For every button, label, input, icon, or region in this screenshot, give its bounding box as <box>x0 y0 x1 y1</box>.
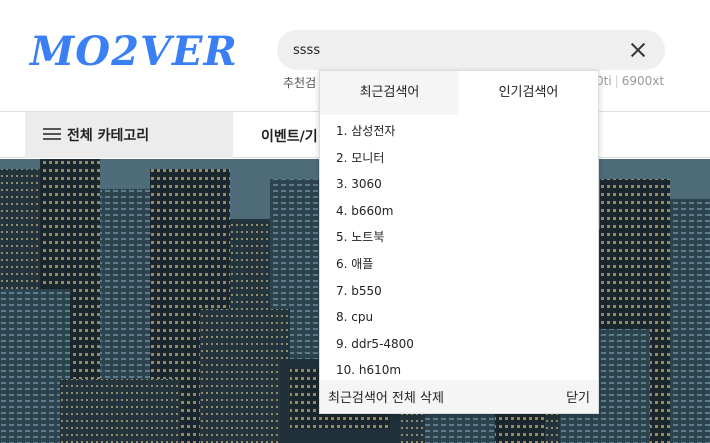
list-item[interactable]: 7. b550 <box>320 278 598 305</box>
list-item[interactable]: 3. 3060 <box>320 171 598 198</box>
list-item[interactable]: 9. ddr5-4800 <box>320 331 598 358</box>
close-dropdown-button[interactable]: 닫기 <box>566 387 590 406</box>
recommend-keywords: 0ti | 6900xt <box>596 74 664 88</box>
tab-recent-searches[interactable]: 최근검색어 <box>320 71 459 115</box>
tab-popular-searches[interactable]: 인기검색어 <box>459 71 598 115</box>
menu-icon[interactable] <box>43 128 61 141</box>
list-item[interactable]: 4. b660m <box>320 198 598 225</box>
divider: | <box>614 74 619 88</box>
list-item[interactable]: 6. 애플 <box>320 251 598 278</box>
search-bar <box>277 30 665 70</box>
list-item[interactable]: 5. 노트북 <box>320 224 598 251</box>
all-categories-label: 전체 카테고리 <box>67 128 150 144</box>
list-item[interactable]: 8. cpu <box>320 304 598 331</box>
popular-search-list: 1. 삼성전자 2. 모니터 3. 3060 4. b660m 5. 노트북 6… <box>320 115 598 384</box>
search-suggestion-dropdown: 최근검색어 인기검색어 1. 삼성전자 2. 모니터 3. 3060 4. b6… <box>319 70 599 414</box>
nav-item-event[interactable]: 이벤트/기 <box>261 126 318 146</box>
close-icon[interactable] <box>629 41 647 59</box>
dropdown-tabs: 최근검색어 인기검색어 <box>320 71 598 115</box>
delete-all-recent-button[interactable]: 최근검색어 전체 삭제 <box>328 387 444 406</box>
recommend-keyword[interactable]: 6900xt <box>622 74 664 88</box>
site-logo[interactable]: MO2VER <box>30 24 238 80</box>
list-item[interactable]: 2. 모니터 <box>320 145 598 172</box>
search-input[interactable] <box>293 30 623 70</box>
recommend-label: 추천검 <box>283 76 317 90</box>
dropdown-footer: 최근검색어 전체 삭제 닫기 <box>320 380 598 413</box>
list-item[interactable]: 1. 삼성전자 <box>320 118 598 145</box>
